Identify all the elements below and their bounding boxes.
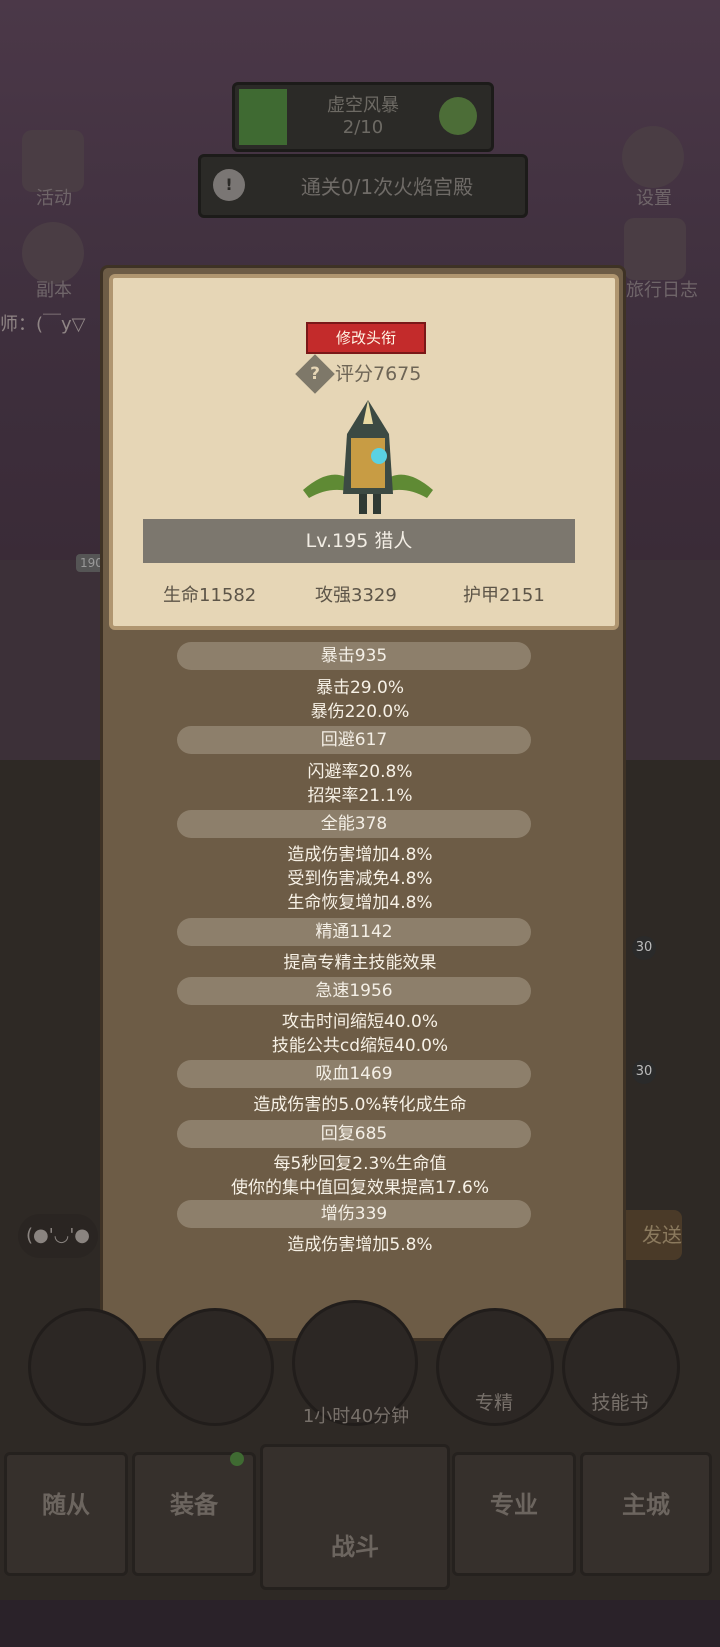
stat-header-avoid: 回避617: [177, 726, 531, 754]
stat-line: 暴伤220.0%: [310, 702, 410, 722]
quest-progress-bar[interactable]: 虚空风暴 2/10: [232, 82, 494, 152]
stat-header-versatility: 全能378: [177, 810, 531, 838]
refresh-icon[interactable]: [439, 97, 477, 135]
stat-line: 闪避率20.8%: [307, 762, 413, 782]
stat-line: 生命恢复增加4.8%: [287, 893, 433, 913]
count-badge: 30: [632, 936, 656, 960]
nav-tab-equipment[interactable]: 装备: [132, 1452, 256, 1576]
dungeon-label: 副本: [36, 280, 72, 301]
stat-line: 招架率21.1%: [307, 786, 413, 806]
stat-header-regen: 回复685: [177, 1120, 531, 1148]
chest-timer: 1小时40分钟: [302, 1406, 410, 1427]
character-stats-modal: 修改头衔 ? 评分7675 Lv.195 猎人 生命11582 攻强3329 护…: [100, 265, 626, 1341]
nav-tab-followers[interactable]: 随从: [4, 1452, 128, 1576]
stat-line: 受到伤害减免4.8%: [287, 869, 433, 889]
alert-icon: !: [213, 169, 245, 201]
stat-header-mastery: 精通1142: [177, 918, 531, 946]
stat-line: 造成伤害增加4.8%: [287, 845, 433, 865]
edit-title-button[interactable]: 修改头衔: [306, 322, 426, 354]
nav-tab-battle[interactable]: 战斗: [260, 1444, 450, 1590]
nav-tab-main-city[interactable]: 主城: [580, 1452, 712, 1576]
notification-dot: [230, 1452, 244, 1466]
nav-tab-profession[interactable]: 专业: [452, 1452, 576, 1576]
activity-icon[interactable]: [22, 130, 84, 192]
help-icon[interactable]: ?: [301, 360, 329, 388]
stat-line: 造成伤害增加5.8%: [287, 1235, 433, 1255]
settings-label: 设置: [636, 188, 672, 209]
chat-fragment: 师：(￣y▽: [0, 314, 86, 335]
activity-label: 活动: [36, 188, 72, 209]
stat-header-lifesteal: 吸血1469: [177, 1060, 531, 1088]
task-text: 通关0/1次火焰宫殿: [300, 175, 474, 199]
character-card: 修改头衔 ? 评分7675 Lv.195 猎人 生命11582 攻强3329 护…: [109, 274, 619, 630]
dungeon-icon[interactable]: [22, 222, 84, 284]
journal-label: 旅行日志: [626, 280, 698, 301]
attack-stat: 攻强3329: [315, 585, 397, 606]
armor-stat: 护甲2151: [463, 585, 545, 606]
stat-line: 提高专精主技能效果: [283, 953, 437, 973]
stat-header-damage: 增伤339: [177, 1200, 531, 1228]
count-badge: 30: [632, 1060, 656, 1084]
stat-line: 攻击时间缩短40.0%: [281, 1012, 438, 1032]
potion-button[interactable]: [28, 1308, 146, 1426]
stat-line: 每5秒回复2.3%生命值: [273, 1154, 447, 1174]
stat-line: 造成伤害的5.0%转化成生命: [253, 1095, 467, 1115]
stat-header-haste: 急速1956: [177, 977, 531, 1005]
stat-line: 技能公共cd缩短40.0%: [271, 1036, 449, 1056]
journal-icon[interactable]: [624, 218, 686, 280]
hunter-character-icon: [303, 400, 433, 514]
gear-icon[interactable]: [622, 126, 684, 188]
stat-header-crit: 暴击935: [177, 642, 531, 670]
skill-book-label: 技能书: [591, 1392, 649, 1414]
stat-line: 使你的集中值回复效果提高17.6%: [230, 1178, 489, 1198]
stat-line: 暴击29.0%: [315, 678, 404, 698]
task-bar[interactable]: ! 通关0/1次火焰宫殿: [198, 154, 528, 218]
chat-input[interactable]: (●'◡'●: [18, 1214, 98, 1258]
bread-button[interactable]: [156, 1308, 274, 1426]
specialization-label: 专精: [474, 1392, 513, 1414]
score-text: 评分7675: [335, 363, 422, 385]
level-name-bar: Lv.195 猎人: [143, 519, 575, 563]
hp-stat: 生命11582: [163, 585, 257, 606]
